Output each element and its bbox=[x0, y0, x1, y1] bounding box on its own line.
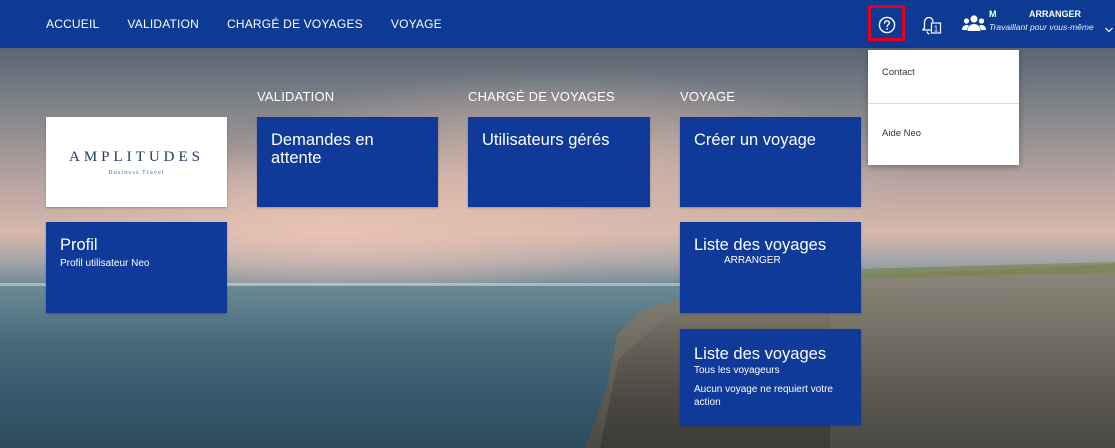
section-label-charge-de-voyages: CHARGÉ DE VOYAGES bbox=[468, 89, 615, 104]
help-dropdown-menu: Contact Aide Neo bbox=[868, 50, 1019, 165]
section-label-voyage: VOYAGE bbox=[680, 89, 736, 104]
user-acting-for: Travaillant pour vous-même bbox=[989, 22, 1094, 32]
tile-profil-subtitle: Profil utilisateur Neo bbox=[60, 258, 150, 269]
nav-accueil[interactable]: ACCUEIL bbox=[46, 17, 99, 31]
user-menu[interactable]: M ARRANGER Travaillant pour vous-même bbox=[989, 9, 1099, 39]
tile-liste-tous-subtitle: Tous les voyageurs bbox=[694, 365, 780, 376]
help-button[interactable] bbox=[872, 10, 902, 40]
help-menu-aide-neo[interactable]: Aide Neo bbox=[868, 113, 1019, 167]
tile-liste-des-voyages-arranger[interactable]: Liste des voyages ARRANGER bbox=[680, 222, 861, 313]
users-switch-button[interactable] bbox=[961, 12, 987, 36]
help-menu-contact[interactable]: Contact bbox=[868, 50, 1019, 104]
logo-text: AMPLITUDES bbox=[68, 148, 204, 165]
notifications-button[interactable]: 1 bbox=[919, 13, 943, 37]
help-circle-icon bbox=[878, 16, 896, 34]
user-first-name: M bbox=[989, 9, 997, 19]
tile-liste-tous-title: Liste des voyages bbox=[694, 345, 827, 363]
tile-demandes-en-attente[interactable]: Demandes en attente bbox=[257, 117, 438, 207]
nav-charge-de-voyages[interactable]: CHARGÉ DE VOYAGES bbox=[227, 17, 363, 31]
chevron-down-icon bbox=[1105, 27, 1113, 33]
notification-count: 1 bbox=[934, 24, 939, 33]
tile-creer-title: Créer un voyage bbox=[694, 131, 816, 149]
logo-subtext: Business Travel bbox=[108, 168, 165, 176]
company-logo: AMPLITUDES Business Travel bbox=[46, 117, 227, 207]
nav-validation[interactable]: VALIDATION bbox=[127, 17, 199, 31]
tile-liste-des-voyages-tous[interactable]: Liste des voyages Tous les voyageurs Auc… bbox=[680, 329, 861, 425]
tile-liste-arranger-subtitle: ARRANGER bbox=[724, 255, 781, 266]
tile-profil-title: Profil bbox=[60, 236, 98, 254]
nav-voyage[interactable]: VOYAGE bbox=[391, 17, 442, 31]
tile-creer-un-voyage[interactable]: Créer un voyage bbox=[680, 117, 861, 207]
tile-utilisateurs-title: Utilisateurs gérés bbox=[482, 131, 610, 149]
tile-profil[interactable]: Profil Profil utilisateur Neo bbox=[46, 222, 227, 313]
bell-icon: 1 bbox=[922, 16, 942, 35]
user-menu-toggle[interactable] bbox=[1104, 22, 1114, 33]
tile-liste-tous-note: Aucun voyage ne requiert votre action bbox=[694, 384, 833, 408]
users-icon bbox=[962, 15, 986, 31]
tile-utilisateurs-geres[interactable]: Utilisateurs gérés bbox=[468, 117, 650, 207]
section-label-validation: VALIDATION bbox=[257, 89, 335, 104]
top-navigation-bar: ACCUEIL VALIDATION CHARGÉ DE VOYAGES VOY… bbox=[0, 0, 1115, 48]
tile-demandes-title: Demandes en attente bbox=[271, 131, 374, 167]
tile-liste-arranger-title: Liste des voyages bbox=[694, 236, 827, 254]
user-last-name: ARRANGER bbox=[1029, 9, 1082, 19]
